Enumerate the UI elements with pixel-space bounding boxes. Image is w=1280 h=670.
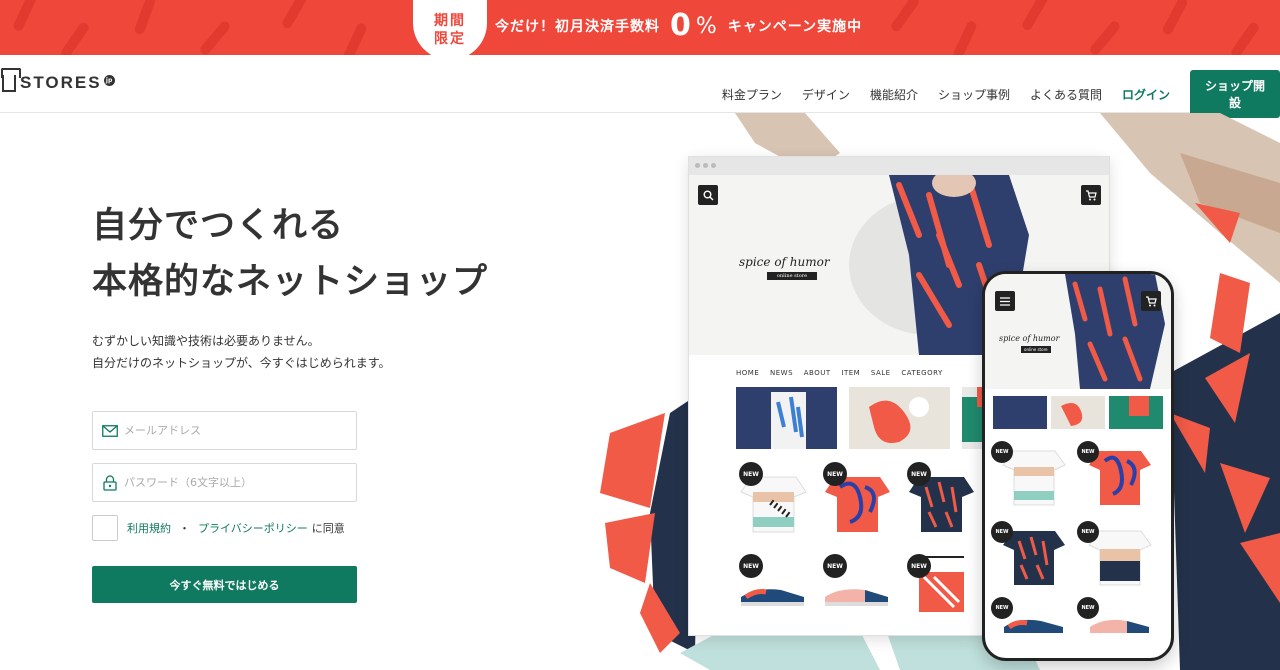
nav-pricing[interactable]: 料金プラン	[722, 86, 782, 103]
separator: ・	[179, 522, 190, 535]
house-icon	[1, 67, 21, 92]
password-field[interactable]	[92, 463, 357, 502]
new-badge: NEW	[907, 462, 931, 486]
promo-message: 今だけ！初月決済手数料 0 % キャンペーン実施中	[495, 8, 863, 43]
email-input[interactable]	[124, 424, 344, 437]
new-badge: NEW	[1077, 441, 1099, 463]
promo-percent: %	[695, 13, 718, 39]
cart-icon[interactable]	[1081, 185, 1101, 205]
hero-title: 自分でつくれる 本格的なネットショップ	[92, 198, 488, 310]
nav-case-studies[interactable]: ショップ事例	[938, 86, 1010, 103]
hero-sub-line2: 自分だけのネットショップが、今すぐはじめられます。	[92, 356, 391, 370]
product-tile[interactable]	[993, 396, 1047, 429]
new-badge: NEW	[991, 597, 1013, 619]
nav-design[interactable]: デザイン	[802, 86, 850, 103]
logo-jp-badge: jp	[103, 74, 115, 86]
browser-titlebar	[689, 157, 1109, 175]
product-tile[interactable]	[1109, 396, 1163, 429]
hero-sub-line1: むずかしい知識や技術は必要ありません。	[92, 334, 320, 348]
promo-banner[interactable]: 期間限定 今だけ！初月決済手数料 0 % キャンペーン実施中	[0, 0, 1280, 55]
lock-icon	[102, 474, 118, 491]
main-nav: 料金プラン デザイン 機能紹介 ショップ事例 よくある質問 ログイン ショップ開…	[722, 70, 1280, 118]
nav-features[interactable]: 機能紹介	[870, 86, 918, 103]
shop-menu-category[interactable]: CATEGORY	[901, 369, 942, 377]
terms-link[interactable]: 利用規約	[127, 520, 171, 536]
terms-agreement: 利用規約 ・ プライバシーポリシー に同意	[92, 515, 345, 541]
logo-wordmark: STORES	[20, 73, 102, 92]
open-shop-button[interactable]: ショップ開設	[1190, 70, 1280, 118]
shop-menu-sale[interactable]: SALE	[871, 369, 891, 377]
promo-text-after: キャンペーン実施中	[727, 19, 863, 35]
search-icon[interactable]	[698, 185, 718, 205]
shop-menu: HOME NEWS ABOUT ITEM SALE CATEGORY	[736, 369, 951, 377]
site-header: STORES jp 料金プラン デザイン 機能紹介 ショップ事例 よくある質問 …	[0, 55, 1280, 118]
limited-time-label: 期間限定	[434, 13, 466, 47]
mobile-shop-mockup: spice of humor online store NEW NEW NEW …	[982, 271, 1174, 661]
new-badge: NEW	[739, 462, 763, 486]
nav-faq[interactable]: よくある質問	[1030, 86, 1102, 103]
new-badge: NEW	[739, 554, 763, 578]
limited-time-badge: 期間限定	[413, 0, 487, 55]
product-tile[interactable]	[736, 387, 837, 449]
shop-menu-news[interactable]: NEWS	[770, 369, 793, 377]
shop-menu-item[interactable]: ITEM	[841, 369, 860, 377]
shop-menu-home[interactable]: HOME	[736, 369, 759, 377]
new-badge: NEW	[991, 441, 1013, 463]
hamburger-icon[interactable]	[995, 291, 1015, 311]
shop-brand-name: spice of humor	[739, 255, 830, 269]
new-badge: NEW	[1077, 521, 1099, 543]
new-badge: NEW	[907, 554, 931, 578]
stores-logo[interactable]: STORES jp	[1, 67, 115, 93]
hero-title-line1: 自分でつくれる	[92, 206, 345, 246]
shop-brand-sub: online store	[767, 272, 817, 280]
password-input[interactable]	[124, 476, 344, 489]
shop-menu-about[interactable]: ABOUT	[804, 369, 831, 377]
start-free-button[interactable]: 今すぐ無料ではじめる	[92, 566, 357, 603]
agree-checkbox[interactable]	[92, 515, 118, 541]
product-tile[interactable]	[849, 387, 950, 449]
product-tile[interactable]	[1051, 396, 1105, 429]
new-badge: NEW	[823, 554, 847, 578]
email-field[interactable]	[92, 411, 357, 450]
new-badge: NEW	[1077, 597, 1099, 619]
promo-text-before: 今だけ！初月決済手数料	[495, 19, 660, 35]
new-badge: NEW	[991, 521, 1013, 543]
login-link[interactable]: ログイン	[1122, 86, 1170, 103]
mobile-shop-brand-sub: online store	[1021, 346, 1051, 353]
mail-icon	[102, 423, 118, 439]
promo-zero: 0	[670, 8, 692, 43]
new-badge: NEW	[823, 462, 847, 486]
cart-icon[interactable]	[1141, 291, 1161, 311]
shop-brand: spice of humor online store	[739, 255, 830, 280]
agree-text: に同意	[311, 522, 345, 535]
mobile-shop-brand: spice of humor	[999, 334, 1060, 343]
hero-subtitle: むずかしい知識や技術は必要ありません。 自分だけのネットショップが、今すぐはじめ…	[92, 330, 391, 374]
hero-title-line2: 本格的なネットショップ	[92, 262, 489, 302]
privacy-link[interactable]: プライバシーポリシー	[198, 520, 308, 536]
